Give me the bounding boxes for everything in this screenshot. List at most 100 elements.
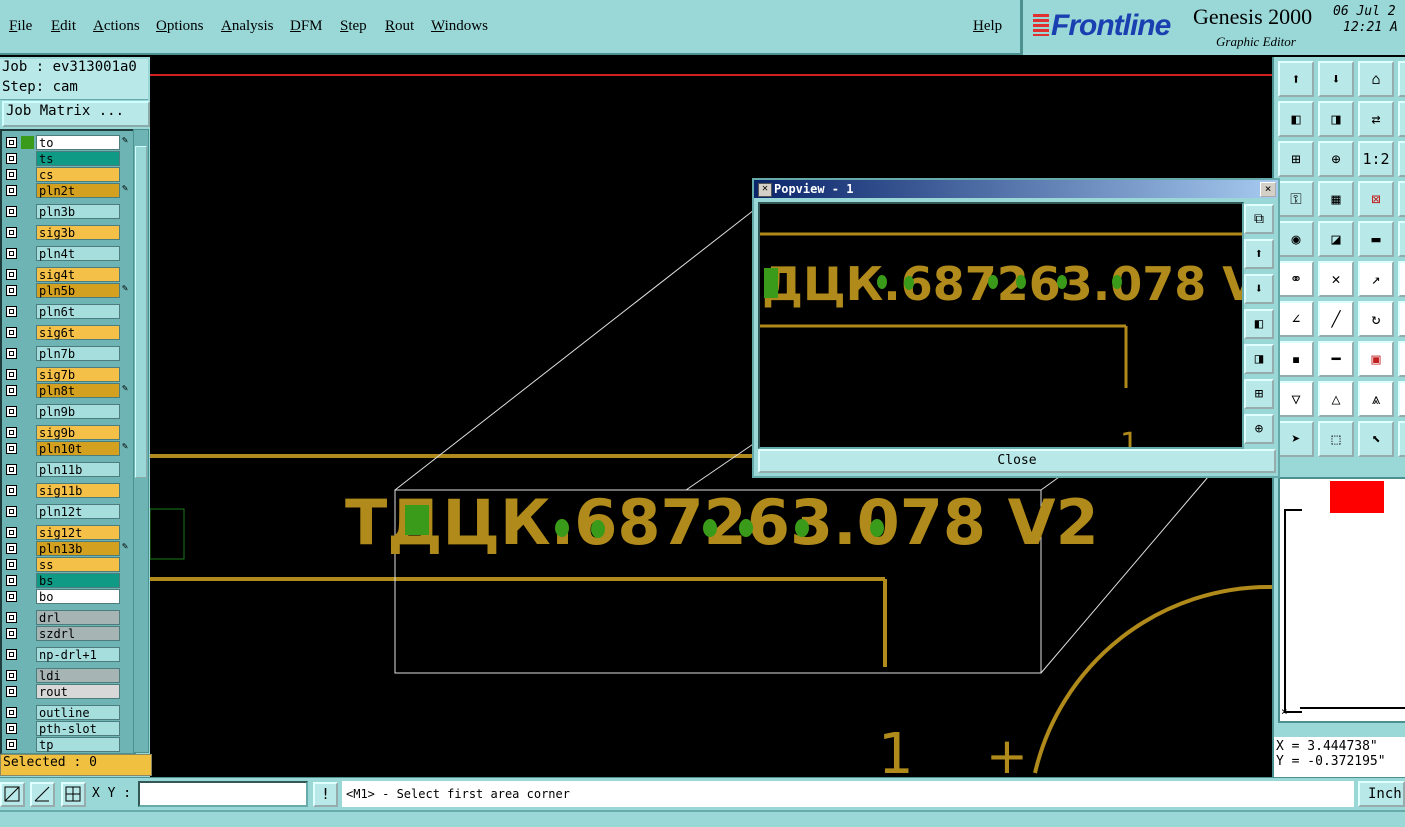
frame-tool-icon[interactable]: ▣ xyxy=(1358,341,1394,377)
key-tool-icon[interactable]: ⚿ xyxy=(1278,181,1314,217)
arch-tool-icon[interactable]: ⩓ xyxy=(1358,381,1394,417)
layer-name[interactable]: sig4t xyxy=(36,267,120,282)
popview-up-icon[interactable]: ⬆ xyxy=(1244,239,1274,269)
layer-row-sig4t[interactable]: sig4t xyxy=(4,267,130,282)
layer-name[interactable]: szdrl xyxy=(36,626,120,641)
affected-indicator[interactable] xyxy=(21,326,34,339)
layer-checkbox[interactable] xyxy=(6,543,17,554)
popview-left-icon[interactable]: ◧ xyxy=(1244,309,1274,339)
layer-checkbox[interactable] xyxy=(6,464,17,475)
layer-name[interactable]: ldi xyxy=(36,668,120,683)
layer-row-ts[interactable]: ts xyxy=(4,151,130,166)
close-button[interactable]: Close xyxy=(758,449,1276,473)
layer-checkbox[interactable] xyxy=(6,153,17,164)
affected-indicator[interactable] xyxy=(21,368,34,381)
affected-indicator[interactable] xyxy=(21,205,34,218)
layer-row-pln3b[interactable]: pln3b xyxy=(4,204,130,219)
menu-dfm[interactable]: DFM xyxy=(290,18,323,35)
layer-row-bo[interactable]: bo xyxy=(4,589,130,604)
layer-checkbox[interactable] xyxy=(6,739,17,750)
pointer-icon[interactable]: ➤ xyxy=(1278,421,1314,457)
layer-checkbox[interactable] xyxy=(6,227,17,238)
pointer-select-icon[interactable]: ⬉ xyxy=(1358,421,1394,457)
layer-scrollbar[interactable] xyxy=(133,129,149,753)
rotate-icon[interactable]: ↻ xyxy=(1358,301,1394,337)
extra-8[interactable] xyxy=(1398,341,1405,377)
affected-indicator[interactable] xyxy=(21,574,34,587)
affected-indicator[interactable] xyxy=(21,463,34,476)
layer-name[interactable]: pln12t xyxy=(36,504,120,519)
popview-zoom-center-icon[interactable]: ⊕ xyxy=(1244,414,1274,444)
measure-icon[interactable] xyxy=(30,782,55,807)
layers-tool-icon[interactable]: ⊠ xyxy=(1358,181,1394,217)
layer-row-ss[interactable]: ss xyxy=(4,557,130,572)
layer-checkbox[interactable] xyxy=(6,612,17,623)
affected-indicator[interactable] xyxy=(21,184,34,197)
layer-name[interactable]: sig6t xyxy=(36,325,120,340)
affected-indicator[interactable] xyxy=(21,526,34,539)
layer-name[interactable]: ts xyxy=(36,151,120,166)
layer-row-sig12t[interactable]: sig12t xyxy=(4,525,130,540)
affected-indicator[interactable] xyxy=(21,168,34,181)
layer-name[interactable]: sig11b xyxy=(36,483,120,498)
scrollbar-thumb[interactable] xyxy=(135,146,147,478)
pan-right-icon[interactable]: ◨ xyxy=(1318,101,1354,137)
extra-7[interactable] xyxy=(1398,301,1405,337)
popview-title[interactable]: Popview - 1 xyxy=(754,180,1278,198)
layer-row-pln8t[interactable]: pln8t ✎ xyxy=(4,383,130,398)
layer-checkbox[interactable] xyxy=(6,206,17,217)
menu-edit[interactable]: Edit xyxy=(51,18,76,35)
affected-indicator[interactable] xyxy=(21,590,34,603)
layer-name[interactable]: pln6t xyxy=(36,304,120,319)
layer-checkbox[interactable] xyxy=(6,169,17,180)
layer-row-rout[interactable]: rout xyxy=(4,684,130,699)
extra-9[interactable] xyxy=(1398,381,1405,417)
layer-checkbox[interactable] xyxy=(6,723,17,734)
back-forward-icon[interactable]: ⇄ xyxy=(1358,101,1394,137)
layer-checkbox[interactable] xyxy=(6,649,17,660)
grid-icon[interactable]: ▦ xyxy=(1318,181,1354,217)
layer-row-pln9b[interactable]: pln9b xyxy=(4,404,130,419)
layer-row-pln10t[interactable]: pln10t ✎ xyxy=(4,441,130,456)
affected-indicator[interactable] xyxy=(21,268,34,281)
layer-name[interactable]: outline xyxy=(36,705,120,720)
layer-row-pln2t[interactable]: pln2t ✎ xyxy=(4,183,130,198)
layer-checkbox[interactable] xyxy=(6,348,17,359)
layer-checkbox[interactable] xyxy=(6,575,17,586)
affected-indicator[interactable] xyxy=(21,558,34,571)
xy-input[interactable] xyxy=(138,781,308,807)
affected-indicator[interactable] xyxy=(21,305,34,318)
layer-row-pln13b[interactable]: pln13b ✎ xyxy=(4,541,130,556)
layer-row-to[interactable]: to ✎ xyxy=(4,135,130,150)
popview-dock-icon[interactable]: ⧉ xyxy=(1244,204,1274,234)
layer-row-sig7b[interactable]: sig7b xyxy=(4,367,130,382)
extra-10[interactable] xyxy=(1398,421,1405,457)
point-line-icon[interactable]: ↗ xyxy=(1358,261,1394,297)
affected-indicator[interactable] xyxy=(21,685,34,698)
grid-snap-icon[interactable] xyxy=(61,782,86,807)
select-mode-icon[interactable] xyxy=(0,782,25,807)
layer-checkbox[interactable] xyxy=(6,628,17,639)
layer-row-pth-slot[interactable]: pth-slot xyxy=(4,721,130,736)
affected-indicator[interactable] xyxy=(21,226,34,239)
units-button[interactable]: Inch xyxy=(1358,781,1405,807)
extra-5[interactable] xyxy=(1398,221,1405,257)
menu-step[interactable]: Step xyxy=(340,18,367,35)
layer-row-pln4t[interactable]: pln4t xyxy=(4,246,130,261)
extra-3[interactable] xyxy=(1398,141,1405,177)
affected-indicator[interactable] xyxy=(21,611,34,624)
layer-row-cs[interactable]: cs xyxy=(4,167,130,182)
layer-checkbox[interactable] xyxy=(6,506,17,517)
layer-name[interactable]: pln9b xyxy=(36,404,120,419)
zoom-fit-icon[interactable]: ⊞ xyxy=(1278,141,1314,177)
scale-1-2-icon[interactable]: 1:2 xyxy=(1358,141,1394,177)
affected-indicator[interactable] xyxy=(21,426,34,439)
affected-indicator[interactable] xyxy=(21,722,34,735)
layer-name[interactable]: bo xyxy=(36,589,120,604)
layer-checkbox[interactable] xyxy=(6,285,17,296)
affected-indicator[interactable] xyxy=(21,442,34,455)
menu-analysis[interactable]: Analysis xyxy=(221,18,274,35)
layer-checkbox[interactable] xyxy=(6,248,17,259)
job-matrix-button[interactable]: Job Matrix ... xyxy=(2,101,150,127)
affected-indicator[interactable] xyxy=(21,627,34,640)
